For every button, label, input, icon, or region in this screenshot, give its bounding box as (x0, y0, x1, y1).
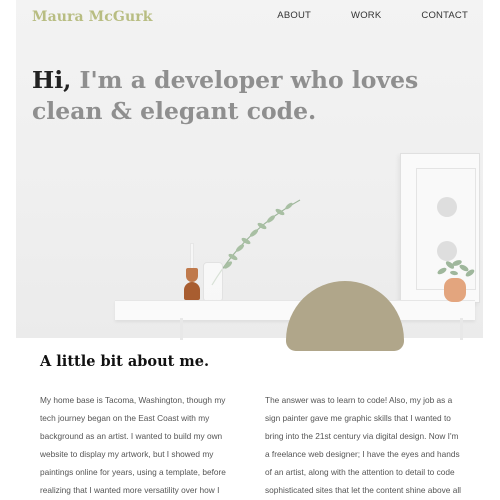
site-logo[interactable]: Maura McGurk (32, 9, 153, 25)
nav-contact-link[interactable]: CONTACT (421, 10, 468, 21)
glass-vase-image (203, 262, 223, 302)
hero-greeting: Hi, (32, 66, 72, 94)
candle-image (190, 243, 194, 269)
desk-leg-right (460, 318, 463, 340)
about-paragraph-right: The answer was to learn to code! Also, m… (265, 395, 462, 496)
candle-holder-top (186, 268, 198, 282)
about-paragraph-left: My home base is Tacoma, Washington, thou… (40, 395, 226, 496)
main-nav: ABOUT WORK CONTACT (237, 10, 468, 21)
about-heading: A little bit about me. (40, 353, 209, 370)
wall-art-circle-top (437, 197, 457, 217)
hero-headline: Hi, I'm a developer who loves clean & el… (32, 65, 452, 127)
copper-candle-holder-image (184, 268, 200, 302)
candle-holder-base (184, 282, 200, 300)
desk-leg-left (180, 318, 183, 340)
page: Maura McGurk ABOUT WORK CONTACT Hi, I'm … (0, 0, 500, 500)
hero-headline-text: I'm a developer who loves clean & elegan… (32, 66, 419, 125)
nav-about-link[interactable]: ABOUT (277, 10, 311, 21)
copper-pot-image (444, 278, 466, 302)
nav-work-link[interactable]: WORK (351, 10, 381, 21)
